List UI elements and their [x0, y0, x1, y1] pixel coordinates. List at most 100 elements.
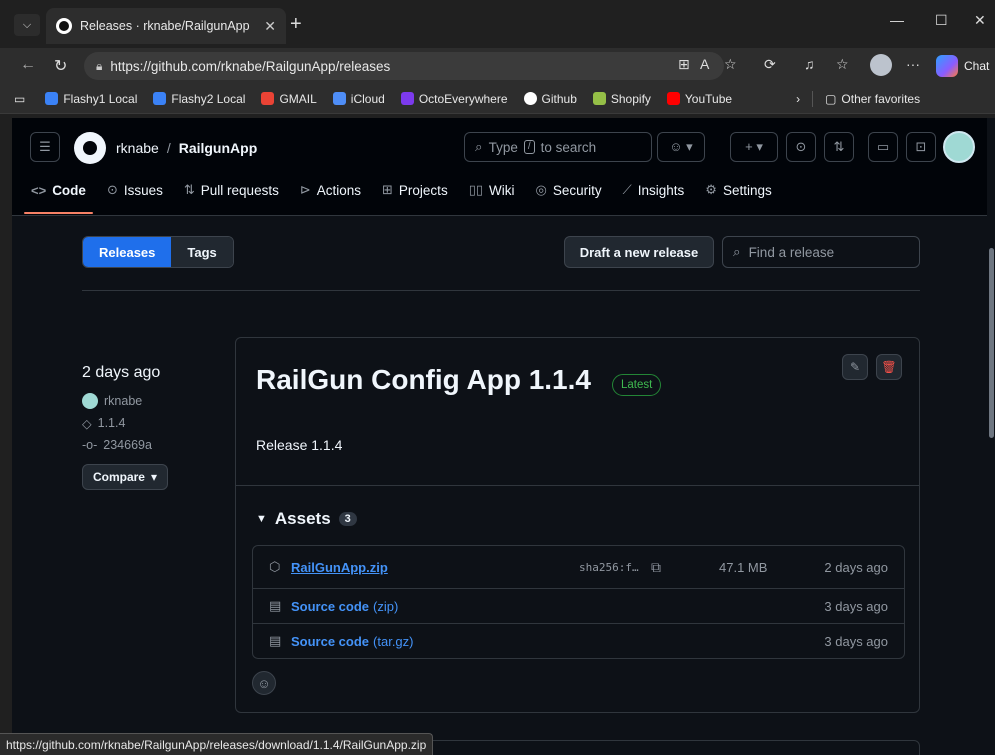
pull-requests-button[interactable]: ⇅ [824, 132, 854, 162]
collections-icon[interactable]: ▭ [14, 92, 25, 106]
file-zip-icon: ▤ [269, 633, 282, 648]
asset-format[interactable]: (tar.gz) [373, 634, 413, 649]
refresh-icon[interactable]: ↻ [54, 56, 67, 76]
back-arrow-icon[interactable]: ← [20, 56, 36, 74]
user-avatar[interactable] [943, 131, 975, 163]
tab-security[interactable]: ◎ Security [527, 176, 611, 204]
compare-button[interactable]: Compare ▾ [82, 464, 168, 490]
asset-size: 47.1 MB [719, 559, 768, 575]
release-title[interactable]: RailGun Config App 1.1.4 [256, 364, 591, 396]
delete-release-button[interactable]: 🗑︎ [876, 354, 902, 380]
commit-link[interactable]: -o- 234669a [82, 434, 212, 456]
create-new-button[interactable]: + ▾ [730, 132, 778, 162]
asset-format[interactable]: (zip) [373, 599, 398, 614]
project-icon: ▭ [876, 139, 890, 154]
github-logo-icon[interactable] [74, 132, 106, 164]
inbox-button[interactable]: ⊡ [906, 132, 936, 162]
issues-button[interactable]: ⊙ [786, 132, 816, 162]
favorite-octoeverywhere[interactable]: OctoEverywhere [400, 92, 508, 106]
divider [812, 90, 814, 107]
menu-icon: ☰ [39, 139, 51, 154]
favorite-github[interactable]: Github [523, 92, 577, 106]
favorite-youtube[interactable]: YouTube [666, 92, 732, 106]
shield-icon: ◎ [535, 182, 547, 197]
tab-projects[interactable]: ⊞ Projects [373, 176, 457, 204]
maximize-icon[interactable]: ☐ [935, 12, 948, 29]
flashy-icon [45, 92, 59, 105]
tags-tab[interactable]: Tags [171, 237, 233, 267]
tab-actions[interactable]: ⊳ Actions [291, 176, 370, 204]
releases-tab[interactable]: Releases [83, 237, 172, 267]
url-text: https://github.com/rknabe/RailgunApp/rel… [110, 58, 391, 74]
extensions-icon[interactable]: ⟳ [764, 56, 776, 73]
favorite-shopify[interactable]: Shopify [592, 92, 651, 106]
scrollbar[interactable] [987, 118, 995, 755]
more-menu-icon[interactable]: ··· [906, 56, 920, 72]
status-bar-url: https://github.com/rknabe/RailgunApp/rel… [0, 733, 434, 755]
address-toolbar: ← ↻ 🔒︎ https://github.com/rknabe/Railgun… [0, 48, 995, 84]
scrollbar-thumb[interactable] [989, 248, 994, 438]
site-info-icon[interactable]: 🔒︎ [96, 59, 102, 74]
source-targz-link[interactable]: Source code [291, 634, 369, 649]
gmail-icon [261, 92, 275, 105]
favorite-icloud[interactable]: iCloud [332, 92, 385, 106]
tab-issues[interactable]: ⊙ Issues [98, 176, 172, 204]
divider [236, 485, 919, 486]
assets-toggle[interactable]: ▼ Assets 3 [256, 509, 357, 529]
copilot-button[interactable]: ☺ ▾ [657, 132, 705, 162]
gear-icon: ⚙ [705, 182, 717, 197]
smiley-icon: ☺ [257, 675, 271, 691]
tab-wiki[interactable]: ▯▯ Wiki [460, 176, 524, 204]
search-input[interactable]: ⌕ Type / to search [464, 132, 652, 162]
draft-release-button[interactable]: Draft a new release [564, 236, 714, 268]
tag-link[interactable]: ◇ 1.1.4 [82, 412, 212, 434]
split-screen-icon[interactable]: ♫ [804, 56, 815, 72]
youtube-icon [666, 92, 680, 105]
profile-avatar[interactable] [870, 54, 892, 76]
minimize-icon[interactable]: — [890, 12, 904, 28]
asset-download-link[interactable]: RailGunApp.zip [291, 560, 388, 575]
repo-link[interactable]: RailgunApp [179, 140, 258, 156]
owner-link[interactable]: rknabe [116, 140, 159, 156]
address-bar[interactable]: 🔒︎ https://github.com/rknabe/RailgunApp/… [84, 52, 724, 80]
divider [82, 290, 920, 291]
copy-icon[interactable]: ⧉ [651, 559, 661, 576]
tab-pull-requests[interactable]: ⇅ Pull requests [175, 176, 288, 204]
find-release-input[interactable]: ⌕ Find a release [722, 236, 920, 268]
file-zip-icon: ▤ [269, 598, 282, 613]
breadcrumb: rknabe / RailgunApp [116, 140, 258, 156]
favorites-icon[interactable]: ☆ [836, 56, 849, 73]
app-available-icon[interactable]: ⊞ [678, 56, 690, 73]
new-tab-button[interactable]: + [290, 14, 302, 34]
other-favorites[interactable]: ▢ Other favorites [825, 92, 920, 106]
hamburger-menu-button[interactable]: ☰ [30, 132, 60, 162]
tag-icon: ◇ [82, 416, 92, 431]
tab-code[interactable]: <> Code [22, 176, 95, 214]
tab-insights[interactable]: ⟋ Insights [614, 176, 694, 204]
read-aloud-icon[interactable]: A [700, 56, 709, 72]
source-zip-link[interactable]: Source code [291, 599, 369, 614]
favorite-gmail[interactable]: GMAIL [261, 92, 317, 106]
author-link[interactable]: rknabe [82, 390, 212, 412]
close-window-icon[interactable]: ✕ [974, 12, 986, 29]
pencil-icon: ✎ [849, 360, 861, 374]
copilot-chat-button[interactable]: Chat [936, 53, 989, 79]
close-tab-icon[interactable]: ✕ [264, 18, 276, 35]
browser-tab[interactable]: Releases · rknabe/RailgunApp ✕ [46, 8, 286, 44]
favorite-flashy2[interactable]: Flashy2 Local [153, 92, 245, 106]
list-item: ▤ Source code (tar.gz) 3 days ago [253, 623, 904, 658]
releases-page: Releases Tags Draft a new release ⌕ Find… [12, 216, 987, 755]
edit-release-button[interactable]: ✎ [842, 354, 868, 380]
favorite-flashy1[interactable]: Flashy1 Local [45, 92, 137, 106]
chevron-right-icon[interactable]: › [796, 92, 800, 106]
code-icon: <> [31, 182, 47, 198]
add-reaction-button[interactable]: ☺ [252, 671, 276, 695]
git-pull-request-icon: ⇅ [833, 139, 845, 154]
projects-button[interactable]: ▭ [868, 132, 898, 162]
tab-actions-button[interactable]: ⌵ [14, 14, 40, 36]
tab-settings[interactable]: ⚙ Settings [696, 176, 780, 204]
latest-badge: Latest [612, 374, 662, 396]
copilot-icon [936, 55, 958, 77]
search-icon: ⌕ [733, 244, 741, 259]
favorite-star-icon[interactable]: ☆ [724, 56, 737, 73]
